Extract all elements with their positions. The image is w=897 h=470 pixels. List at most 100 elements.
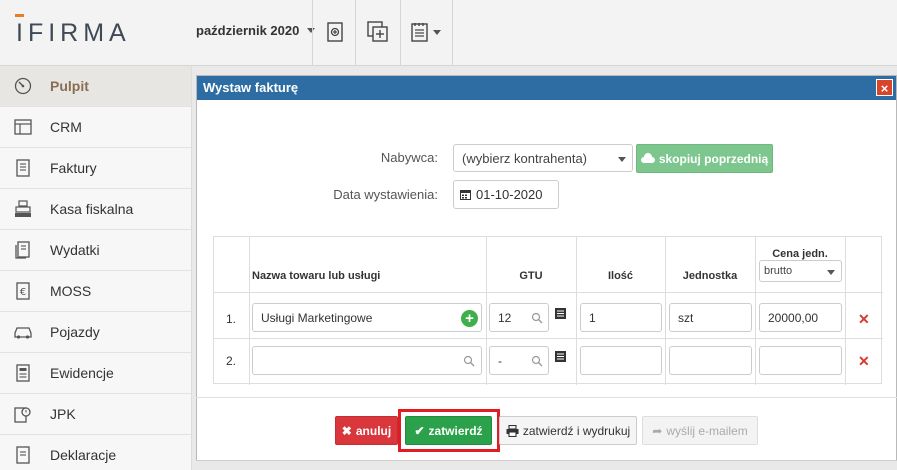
notes-menu-icon[interactable] xyxy=(408,19,444,45)
buyer-select-value: (wybierz kontrahenta) xyxy=(462,150,587,166)
page-bottom-strip xyxy=(196,460,897,470)
toolbar-divider xyxy=(400,0,401,66)
table-divider xyxy=(214,292,883,293)
issue-date-label: Data wystawienia: xyxy=(333,187,438,202)
ifirma-logo[interactable]: IFIRMA xyxy=(15,14,131,48)
cancel-label: anuluj xyxy=(355,423,392,438)
toolbar-divider xyxy=(355,0,356,66)
table-divider xyxy=(845,237,846,385)
sidebar-item-faktury[interactable]: Faktury xyxy=(0,148,191,189)
declarations-icon xyxy=(13,445,33,465)
quantity-input[interactable] xyxy=(580,346,662,375)
price-type-select[interactable]: brutto xyxy=(759,260,842,282)
unit-value: szt xyxy=(678,310,694,325)
records-icon xyxy=(13,363,33,383)
sidebar-item-label: MOSS xyxy=(50,283,92,299)
gtu-input[interactable]: 12 xyxy=(489,303,549,332)
send-email-button[interactable]: ➦ wyślij e-mailem xyxy=(642,416,758,445)
sidebar-item-label: Pulpit xyxy=(50,78,89,94)
copy-plus-icon[interactable] xyxy=(365,19,391,45)
sidebar: Pulpit CRM Faktury Kasa fiskalna Wydatki… xyxy=(0,66,192,470)
chevron-down-icon xyxy=(827,270,835,275)
close-icon[interactable]: × xyxy=(876,79,893,96)
confirm-and-print-button[interactable]: zatwierdź i wydrukuj xyxy=(499,416,637,445)
logo-accent xyxy=(15,14,24,17)
sidebar-item-label: Wydatki xyxy=(50,242,100,258)
cancel-button[interactable]: ✖ anuluj xyxy=(335,416,398,445)
chevron-down-icon xyxy=(618,157,626,162)
gtu-input[interactable]: - xyxy=(489,346,549,375)
close-icon: ✖ xyxy=(341,423,352,438)
price-input[interactable]: 20000,00 xyxy=(759,303,842,332)
row-number: 1. xyxy=(226,312,237,326)
search-icon[interactable] xyxy=(531,312,543,324)
period-selector[interactable]: październik 2020 xyxy=(196,23,316,38)
item-name-value: Usługi Marketingowe xyxy=(261,310,373,325)
cash-register-icon xyxy=(13,199,33,219)
invoice-icon xyxy=(13,158,33,178)
table-divider xyxy=(249,237,250,385)
sidebar-item-deklaracje[interactable]: Deklaracje xyxy=(0,435,191,470)
sidebar-item-crm[interactable]: CRM xyxy=(0,107,191,148)
search-icon[interactable] xyxy=(531,355,543,367)
copy-previous-button[interactable]: skopiuj poprzednią xyxy=(636,144,773,173)
toolbar-divider xyxy=(312,0,313,66)
jpk-icon xyxy=(13,404,33,424)
buyer-label: Nabywca: xyxy=(380,150,438,165)
issue-date-field[interactable]: 01-10-2020 xyxy=(453,180,559,209)
column-header-qty: Ilość xyxy=(607,270,634,282)
table-divider xyxy=(214,338,883,339)
table-divider xyxy=(665,237,666,385)
sidebar-item-label: JPK xyxy=(50,406,76,422)
price-value: 20000,00 xyxy=(768,310,819,325)
unit-input[interactable]: szt xyxy=(669,303,752,332)
gtu-list-icon[interactable] xyxy=(555,307,566,322)
delete-row-icon[interactable]: ✕ xyxy=(858,353,870,370)
moss-icon: € xyxy=(13,281,33,301)
gtu-value: - xyxy=(498,353,502,368)
quantity-input[interactable]: 1 xyxy=(580,303,662,332)
add-document-icon[interactable] xyxy=(322,19,348,45)
sidebar-item-wydatki[interactable]: Wydatki xyxy=(0,230,191,271)
cloud-icon xyxy=(640,152,655,163)
crm-icon xyxy=(13,117,33,137)
table-divider xyxy=(486,237,487,385)
chevron-down-icon xyxy=(433,29,441,35)
sidebar-item-moss[interactable]: € MOSS xyxy=(0,271,191,312)
period-label: październik 2020 xyxy=(196,23,300,38)
add-item-icon[interactable]: + xyxy=(461,310,478,327)
sidebar-item-pojazdy[interactable]: Pojazdy xyxy=(0,312,191,353)
sidebar-item-pulpit[interactable]: Pulpit xyxy=(0,66,191,107)
item-name-input[interactable]: Usługi Marketingowe + xyxy=(252,303,482,332)
sidebar-item-label: Kasa fiskalna xyxy=(50,201,134,217)
column-header-name: Nazwa towaru lub usługi xyxy=(252,270,381,282)
sidebar-item-label: Ewidencje xyxy=(50,365,114,381)
svg-text:€: € xyxy=(20,287,26,298)
column-header-price: Cena jedn. xyxy=(772,248,828,260)
issue-date-value: 01-10-2020 xyxy=(476,187,543,202)
sidebar-item-label: CRM xyxy=(50,119,82,135)
sidebar-item-ewidencje[interactable]: Ewidencje xyxy=(0,353,191,394)
sidebar-item-jpk[interactable]: JPK xyxy=(0,394,191,435)
column-header-gtu: GTU xyxy=(519,270,543,282)
top-bar: IFIRMA październik 2020 xyxy=(0,0,897,66)
copy-previous-label: skopiuj poprzednią xyxy=(658,151,769,166)
confirm-highlight-frame xyxy=(398,409,500,452)
gtu-list-icon[interactable] xyxy=(555,350,566,365)
delete-row-icon[interactable]: ✕ xyxy=(858,311,870,328)
gtu-value: 12 xyxy=(498,310,512,325)
price-type-value: brutto xyxy=(764,265,793,277)
calendar-icon xyxy=(460,190,471,200)
price-input[interactable] xyxy=(759,346,842,375)
table-divider xyxy=(576,237,577,385)
item-name-input[interactable] xyxy=(252,346,482,375)
unit-input[interactable] xyxy=(669,346,752,375)
buyer-select[interactable]: (wybierz kontrahenta) xyxy=(453,144,633,172)
car-icon xyxy=(13,322,33,342)
search-icon[interactable] xyxy=(463,355,475,367)
expenses-icon xyxy=(13,240,33,260)
sidebar-item-kasa-fiskalna[interactable]: Kasa fiskalna xyxy=(0,189,191,230)
printer-icon xyxy=(506,424,519,437)
share-arrow-icon: ➦ xyxy=(652,423,663,438)
modal-footer-divider xyxy=(196,397,897,398)
